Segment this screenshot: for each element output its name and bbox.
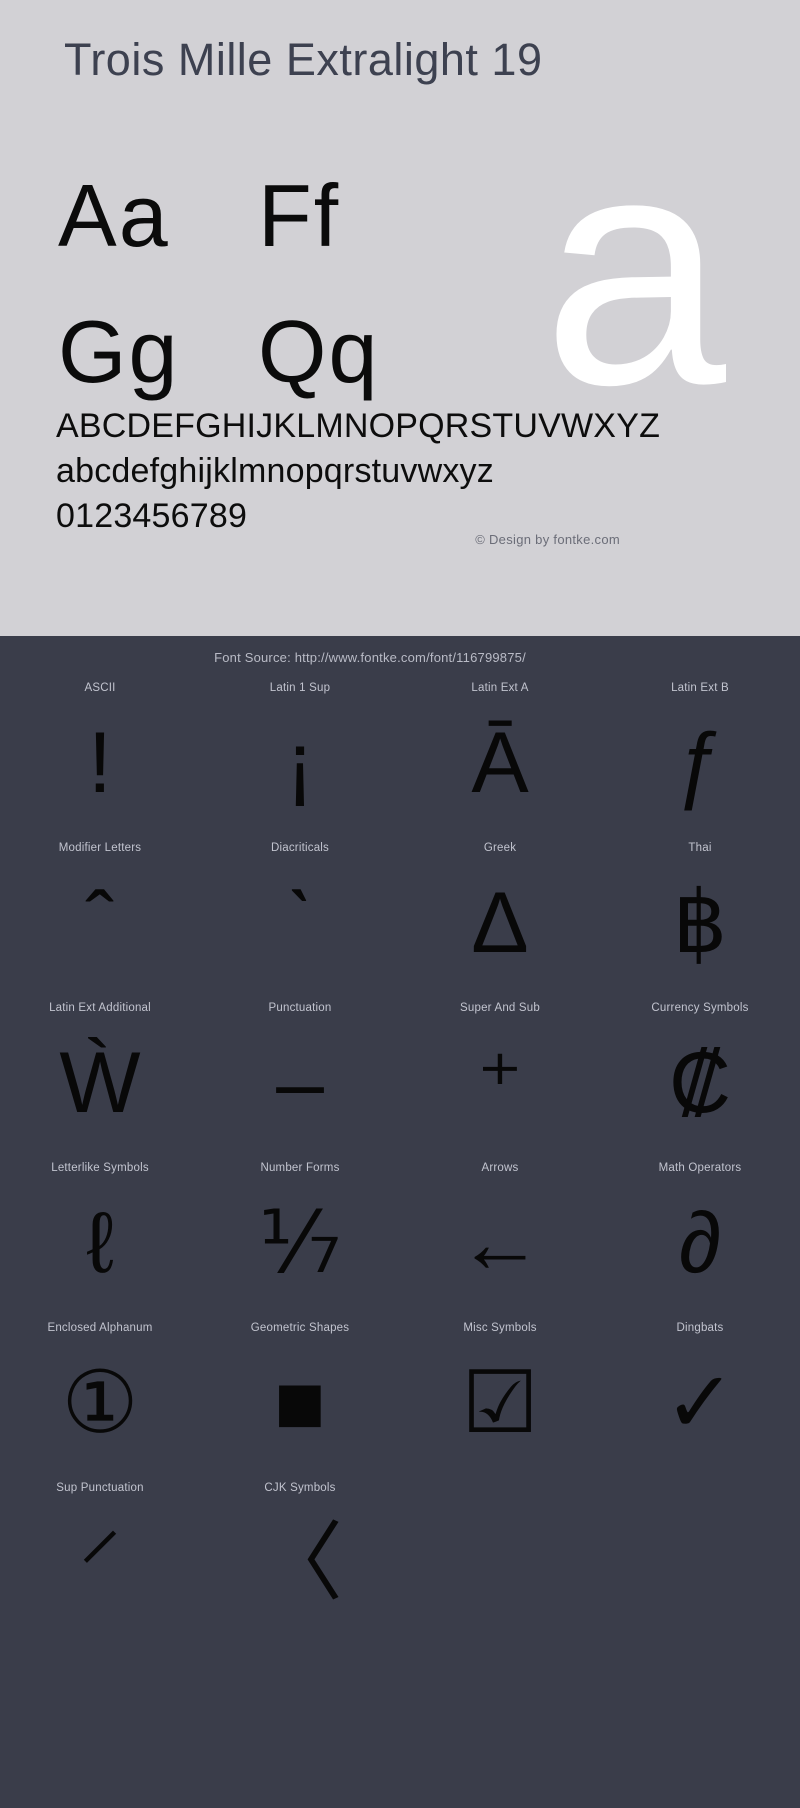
unicode-block-cell[interactable]: ASCII ! xyxy=(0,682,200,842)
block-row: ASCII ! Latin 1 Sup ¡ Latin Ext A Ā Lati… xyxy=(0,682,800,842)
unicode-block-cell[interactable]: Greek Δ xyxy=(400,842,600,1002)
unicode-block-cell[interactable]: Geometric Shapes ■ xyxy=(200,1322,400,1482)
block-glyph: ⁺ xyxy=(477,1035,523,1131)
unicode-block-cell[interactable]: Letterlike Symbols ℓ xyxy=(0,1162,200,1322)
sample-pair-gg: Gg xyxy=(58,302,180,401)
sample-pair-qq: Qq xyxy=(258,302,380,401)
unicode-block-cell-empty xyxy=(400,1482,600,1642)
block-glyph: ∂ xyxy=(678,1195,722,1291)
alphabet-block: ABCDEFGHIJKLMNOPQRSTUVWXYZ abcdefghijklm… xyxy=(56,404,660,539)
watermark-letter: a xyxy=(542,84,726,453)
unicode-blocks-panel: Font Source: http://www.fontke.com/font/… xyxy=(0,636,800,1808)
font-source-link[interactable]: Font Source: http://www.fontke.com/font/… xyxy=(0,650,800,665)
sample-pair-aa: Aa xyxy=(58,166,170,265)
unicode-block-cell[interactable]: Punctuation – xyxy=(200,1002,400,1162)
block-row: Sup Punctuation ⸍ CJK Symbols 〈 xyxy=(0,1482,800,1642)
block-glyph: ⅐ xyxy=(258,1195,342,1291)
unicode-block-cell[interactable]: Super And Sub ⁺ xyxy=(400,1002,600,1162)
sample-letters-row-1: Aa Ff xyxy=(58,148,528,284)
block-glyph: ✓ xyxy=(663,1355,737,1451)
block-glyph: ■ xyxy=(274,1355,326,1451)
unicode-block-cell[interactable]: Latin 1 Sup ¡ xyxy=(200,682,400,842)
block-glyph: ⸍ xyxy=(78,1515,122,1611)
block-glyph: ☑ xyxy=(461,1355,539,1451)
lowercase-alphabet: abcdefghijklmnopqrstuvwxyz xyxy=(56,452,494,490)
unicode-block-cell[interactable]: Sup Punctuation ⸍ xyxy=(0,1482,200,1642)
copyright-notice: © Design by fontke.com xyxy=(475,532,620,547)
unicode-block-cell[interactable]: Math Operators ∂ xyxy=(600,1162,800,1322)
block-row: Letterlike Symbols ℓ Number Forms ⅐ Arro… xyxy=(0,1162,800,1322)
block-glyph: ฿ xyxy=(672,875,728,971)
sample-letters-group: Aa Ff Gg Qq xyxy=(58,148,528,420)
block-row: Modifier Letters ˆ Diacriticals ˋ Greek … xyxy=(0,842,800,1002)
unicode-block-cell[interactable]: Arrows ← xyxy=(400,1162,600,1322)
block-glyph xyxy=(400,1488,600,1642)
block-glyph: ˋ xyxy=(285,875,315,971)
unicode-block-cell-empty xyxy=(600,1482,800,1642)
sample-letters-row-2: Gg Qq xyxy=(58,284,528,420)
unicode-block-cell[interactable]: Misc Symbols ☑ xyxy=(400,1322,600,1482)
block-glyph: ① xyxy=(61,1355,139,1451)
block-glyph: ƒ xyxy=(676,715,724,811)
block-glyph: ¡ xyxy=(285,715,315,811)
page-title: Trois Mille Extralight 19 xyxy=(64,34,543,85)
unicode-block-cell[interactable]: CJK Symbols 〈 xyxy=(200,1482,400,1642)
unicode-block-cell[interactable]: Currency Symbols ₡ xyxy=(600,1002,800,1162)
unicode-block-cell[interactable]: Modifier Letters ˆ xyxy=(0,842,200,1002)
block-glyph: ! xyxy=(88,715,112,811)
unicode-block-cell[interactable]: Latin Ext Additional Ẁ xyxy=(0,1002,200,1162)
unicode-block-cell[interactable]: Latin Ext B ƒ xyxy=(600,682,800,842)
block-glyph: Ā xyxy=(471,715,529,811)
unicode-block-cell[interactable]: Number Forms ⅐ xyxy=(200,1162,400,1322)
block-glyph: ₡ xyxy=(668,1035,732,1131)
unicode-block-cell[interactable]: Dingbats ✓ xyxy=(600,1322,800,1482)
uppercase-alphabet: ABCDEFGHIJKLMNOPQRSTUVWXYZ xyxy=(56,407,661,445)
block-glyph: ˆ xyxy=(85,875,115,971)
unicode-block-cell[interactable]: Latin Ext A Ā xyxy=(400,682,600,842)
block-glyph: Δ xyxy=(471,875,529,971)
block-glyph: ℓ xyxy=(86,1195,114,1291)
specimen-panel: Trois Mille Extralight 19 Aa Ff Gg Qq a AB… xyxy=(0,0,800,636)
unicode-block-cell[interactable]: Enclosed Alphanum ① xyxy=(0,1322,200,1482)
unicode-block-cell[interactable]: Thai ฿ xyxy=(600,842,800,1002)
block-glyph: 〈 xyxy=(257,1515,343,1611)
block-glyph: – xyxy=(276,1035,324,1131)
sample-pair-ff: Ff xyxy=(258,166,341,265)
block-row: Enclosed Alphanum ① Geometric Shapes ■ M… xyxy=(0,1322,800,1482)
block-glyph xyxy=(600,1488,800,1642)
unicode-blocks-grid: ASCII ! Latin 1 Sup ¡ Latin Ext A Ā Lati… xyxy=(0,682,800,1642)
block-glyph: ← xyxy=(457,1195,543,1291)
block-glyph: Ẁ xyxy=(59,1035,141,1131)
block-row: Latin Ext Additional Ẁ Punctuation – Sup… xyxy=(0,1002,800,1162)
unicode-block-cell[interactable]: Diacriticals ˋ xyxy=(200,842,400,1002)
